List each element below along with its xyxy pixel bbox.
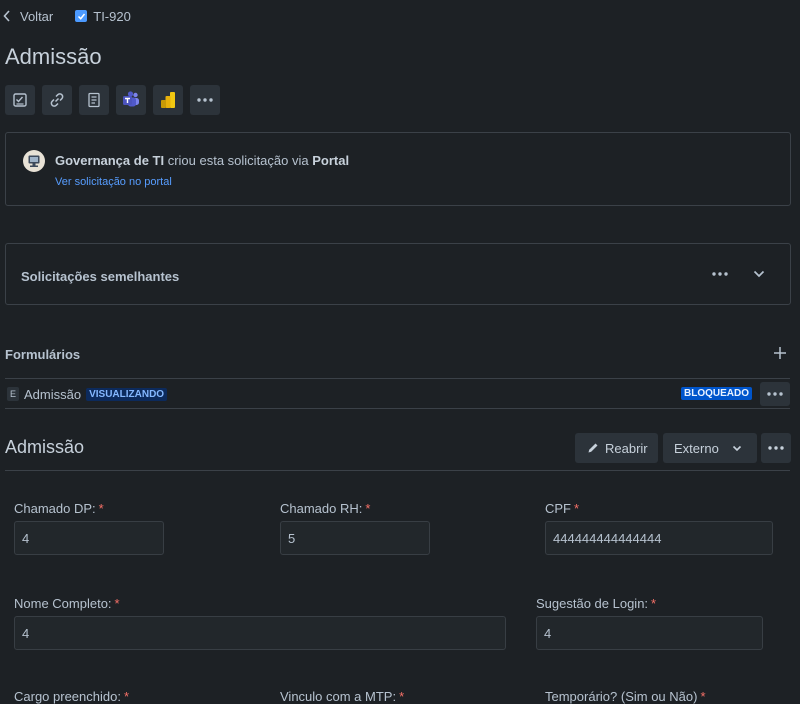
- issue-key: TI-920: [93, 8, 131, 24]
- field-label-cpf: CPF *: [545, 501, 580, 516]
- form-section-title: Admissão: [5, 437, 85, 457]
- chevron-left-icon: [3, 10, 10, 22]
- pencil-icon: [588, 443, 598, 453]
- field-label-nome-completo: Nome Completo: *: [14, 596, 120, 611]
- chamado-dp-input[interactable]: 4: [14, 521, 164, 555]
- action-toolbar: [5, 85, 220, 115]
- team-avatar: [23, 150, 45, 172]
- field-label-chamado-rh: Chamado RH: *: [280, 501, 371, 516]
- add-form-button[interactable]: [771, 344, 789, 362]
- portal-channel: Portal: [312, 153, 350, 168]
- document-icon: [88, 92, 100, 108]
- cpf-input[interactable]: 444444444444444: [545, 521, 773, 555]
- sugestao-login-input[interactable]: 4: [536, 616, 763, 650]
- more-icon: [768, 446, 784, 450]
- checklist-icon: [13, 93, 27, 107]
- power-bi-button[interactable]: [153, 85, 183, 115]
- reopen-label: Reabrir: [605, 440, 648, 456]
- power-bi-icon: [161, 92, 175, 108]
- back-button[interactable]: Voltar: [0, 9, 53, 24]
- more-actions-button[interactable]: [190, 85, 220, 115]
- form-type-icon: E: [7, 387, 19, 401]
- portal-created-text: Governança de TI criou esta solicitação …: [55, 153, 349, 168]
- back-label: Voltar: [20, 8, 54, 24]
- form-list-item[interactable]: E Admissão VISUALIZANDO BLOQUEADO: [5, 380, 790, 408]
- similar-requests-card[interactable]: Solicitações semelhantes: [5, 243, 791, 305]
- locked-badge: BLOQUEADO: [681, 387, 752, 400]
- visibility-select[interactable]: Externo: [663, 433, 757, 463]
- checklist-button[interactable]: [5, 85, 35, 115]
- more-icon: [197, 98, 213, 102]
- divider: [5, 470, 790, 471]
- page-title: Admissão: [5, 44, 102, 69]
- nome-completo-input[interactable]: 4: [14, 616, 506, 650]
- forms-heading: Formulários: [5, 347, 81, 362]
- form-more-button[interactable]: [760, 382, 790, 406]
- top-bar: Voltar TI-920: [0, 6, 131, 26]
- field-label-sugestao-login: Sugestão de Login: *: [536, 596, 657, 611]
- computer-icon: [28, 155, 40, 167]
- visibility-label: Externo: [674, 440, 719, 456]
- similar-requests-title: Solicitações semelhantes: [21, 269, 180, 284]
- team-name: Governança de TI: [55, 153, 165, 168]
- field-label-chamado-dp: Chamado DP: *: [14, 501, 104, 516]
- chamado-rh-input[interactable]: 5: [280, 521, 430, 555]
- chevron-down-icon: [732, 445, 741, 451]
- similar-expand-button[interactable]: [748, 264, 770, 284]
- divider: [5, 378, 790, 379]
- teams-icon: [123, 91, 139, 107]
- more-icon: [712, 272, 728, 276]
- issue-key-link[interactable]: TI-920: [75, 9, 131, 24]
- reopen-button[interactable]: Reabrir: [575, 433, 658, 463]
- document-button[interactable]: [79, 85, 109, 115]
- viewing-badge: VISUALIZANDO: [86, 387, 168, 401]
- portal-middle-text: criou esta solicitação via: [164, 153, 313, 168]
- chevron-down-icon: [753, 270, 765, 278]
- form-name: Admissão: [24, 386, 82, 402]
- link-button[interactable]: [42, 85, 72, 115]
- view-in-portal-link[interactable]: Ver solicitação no portal: [55, 176, 172, 188]
- more-icon: [767, 392, 783, 396]
- task-checkbox-icon: [75, 10, 88, 22]
- similar-more-button[interactable]: [709, 264, 731, 284]
- teams-button[interactable]: [116, 85, 146, 115]
- section-more-button[interactable]: [761, 433, 791, 463]
- link-icon: [50, 93, 64, 107]
- divider: [5, 408, 790, 409]
- plus-icon: [774, 347, 786, 359]
- portal-info-card: Governança de TI criou esta solicitação …: [5, 132, 791, 206]
